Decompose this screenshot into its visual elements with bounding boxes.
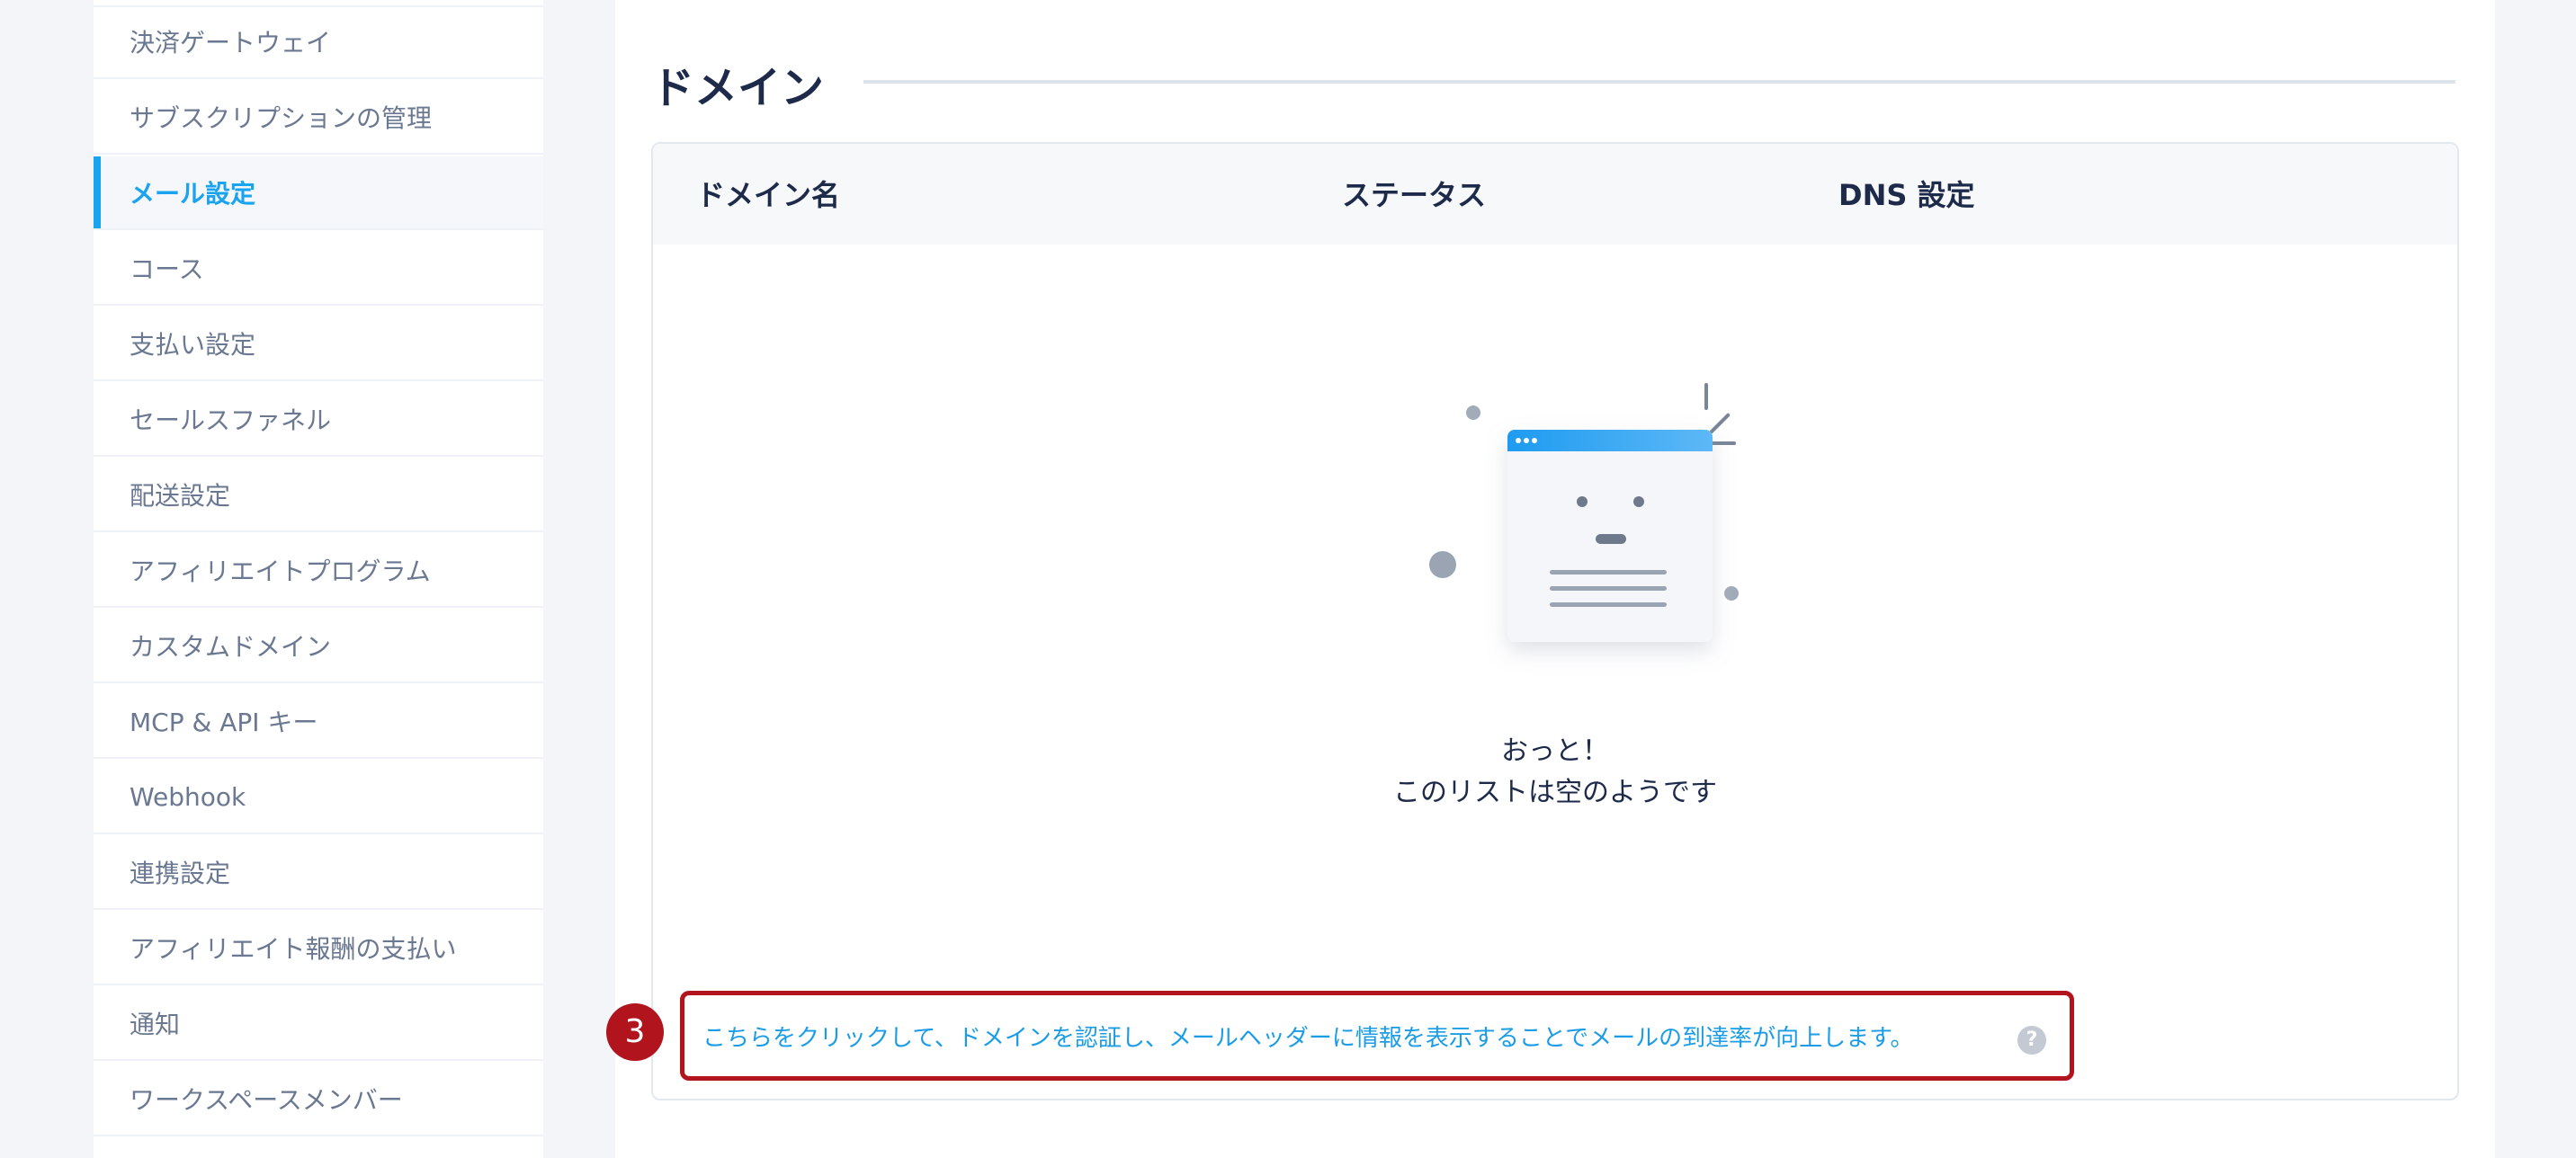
sidebar-item-affiliate-payouts[interactable]: アフィリエイト報酬の支払い [94, 912, 543, 985]
page-title: ドメイン [651, 63, 825, 113]
sidebar-item-courses[interactable]: コース [94, 232, 543, 306]
column-header-domain-name[interactable]: ドメイン名 [696, 173, 840, 214]
sidebar-item-webhook[interactable]: Webhook [94, 761, 543, 834]
sidebar-item-payment-gateway[interactable]: 決済ゲートウェイ [94, 5, 543, 79]
domain-verification-help: こちらをクリックして、ドメインを認証し、メールヘッダーに情報を表示することでメー… [680, 991, 2074, 1081]
column-header-dns-settings[interactable]: DNS 設定 [1838, 173, 1975, 214]
sidebar-item-affiliate-program[interactable]: アフィリエイトプログラム [94, 534, 543, 608]
domains-table: ドメイン名 ステータス DNS 設定 おっと！ このリストは空のようです こちら… [651, 142, 2459, 1100]
verify-domain-link[interactable]: こちらをクリックして、ドメインを認証し、メールヘッダーに情報を表示することでメー… [702, 1020, 1914, 1053]
column-header-status[interactable]: ステータス [1342, 173, 1486, 214]
empty-state-title: おっと！ [1501, 735, 1609, 767]
sidebar-item-shipping-settings[interactable]: 配送設定 [94, 459, 543, 532]
table-header: ドメイン名 ステータス DNS 設定 [653, 144, 2457, 245]
title-divider [863, 80, 2455, 84]
sidebar-item-sales-funnel[interactable]: セールスファネル [94, 383, 543, 457]
empty-list-illustration-icon [1429, 383, 1739, 642]
settings-sidebar: 決済ゲートウェイ サブスクリプションの管理 メール設定 コース 支払い設定 セー… [94, 0, 543, 1158]
sidebar-item-subscription-management[interactable]: サブスクリプションの管理 [94, 81, 543, 155]
step-number-badge: 3 [606, 1003, 664, 1061]
main-panel: ドメイン ドメイン名 ステータス DNS 設定 おっと！ このリストは空のようで… [615, 0, 2495, 1158]
sidebar-item-email-settings[interactable]: メール設定 [94, 156, 543, 230]
question-mark-icon[interactable]: ? [2017, 1026, 2046, 1055]
sidebar-item-notifications[interactable]: 通知 [94, 987, 543, 1061]
sidebar-item-payment-settings[interactable]: 支払い設定 [94, 307, 543, 381]
sidebar-item-workspace-members[interactable]: ワークスペースメンバー [94, 1063, 543, 1136]
empty-state-message: このリストは空のようです [1393, 777, 1717, 808]
sidebar-item-mcp-api-keys[interactable]: MCP & API キー [94, 685, 543, 759]
sidebar-item-custom-domain[interactable]: カスタムドメイン [94, 610, 543, 683]
sidebar-item-integrations[interactable]: 連携設定 [94, 836, 543, 910]
